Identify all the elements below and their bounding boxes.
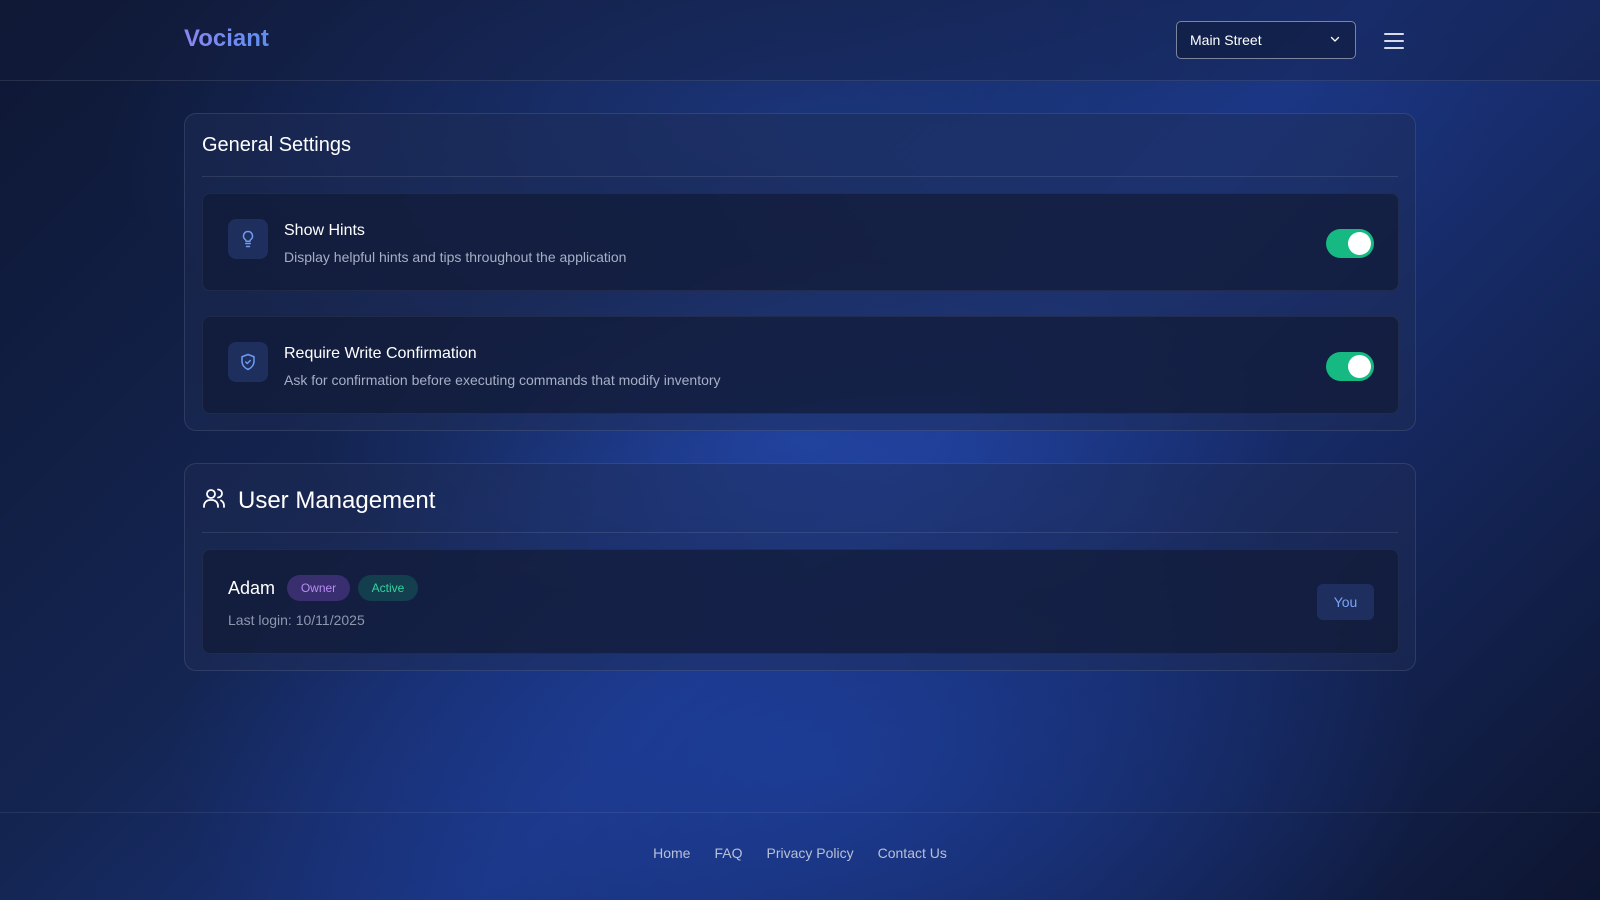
setting-title: Require Write Confirmation — [284, 345, 477, 362]
footer-links: Home FAQ Privacy Policy Contact Us — [0, 845, 1600, 861]
store-select-value: Main Street — [1190, 32, 1262, 48]
general-settings-title: General Settings — [202, 134, 351, 156]
top-header: Vociant Main Street — [0, 0, 1600, 81]
setting-description: Ask for confirmation before executing co… — [284, 372, 721, 388]
setting-row-show-hints: Show Hints Display helpful hints and tip… — [202, 193, 1399, 291]
last-login-text: Last login: 10/11/2025 — [228, 612, 365, 628]
footer-link-contact-us[interactable]: Contact Us — [878, 845, 947, 861]
user-management-header: User Management — [202, 486, 435, 515]
footer-link-privacy-policy[interactable]: Privacy Policy — [766, 845, 853, 861]
app-logo[interactable]: Vociant — [184, 25, 269, 53]
toggle-knob — [1348, 355, 1371, 378]
lightbulb-icon — [228, 219, 268, 259]
user-management-card: User Management Adam Owner Active Last l… — [184, 463, 1416, 671]
shield-check-icon — [228, 342, 268, 382]
footer: Home FAQ Privacy Policy Contact Us — [0, 812, 1600, 900]
you-button[interactable]: You — [1317, 584, 1374, 620]
setting-description: Display helpful hints and tips throughou… — [284, 249, 627, 265]
menu-icon[interactable] — [1383, 30, 1405, 52]
users-icon — [202, 486, 226, 515]
chevron-down-icon — [1329, 32, 1341, 48]
footer-link-home[interactable]: Home — [653, 845, 690, 861]
card-divider — [202, 176, 1398, 177]
status-badge: Active — [358, 575, 418, 601]
show-hints-toggle[interactable] — [1326, 229, 1374, 258]
card-divider — [202, 532, 1398, 533]
user-row: Adam Owner Active Last login: 10/11/2025… — [202, 549, 1399, 654]
store-select[interactable]: Main Street — [1176, 21, 1356, 59]
toggle-knob — [1348, 232, 1371, 255]
role-badge: Owner — [287, 575, 350, 601]
setting-title: Show Hints — [284, 222, 365, 239]
user-name: Adam — [228, 578, 276, 598]
general-settings-card: General Settings Show Hints Display help… — [184, 113, 1416, 431]
footer-link-faq[interactable]: FAQ — [714, 845, 742, 861]
write-confirmation-toggle[interactable] — [1326, 352, 1374, 381]
user-management-title: User Management — [238, 486, 436, 514]
setting-row-write-confirmation: Require Write Confirmation Ask for confi… — [202, 316, 1399, 414]
